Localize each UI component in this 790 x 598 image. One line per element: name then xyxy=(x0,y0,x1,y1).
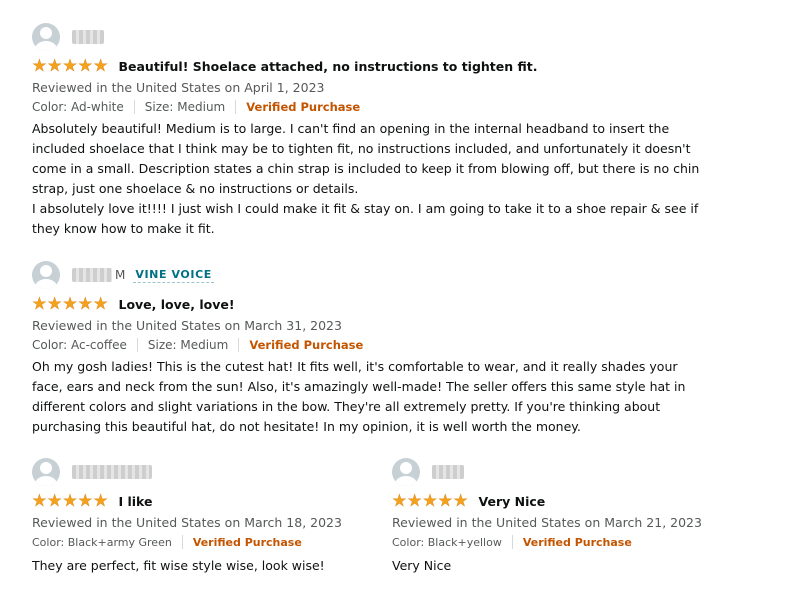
default-avatar-icon[interactable] xyxy=(32,23,60,51)
star-filled-icon: ★ xyxy=(453,491,468,510)
divider xyxy=(238,338,240,352)
review-1: ★ ★ ★ ★ ★ Beautiful! Shoelace attached, no i… xyxy=(32,21,732,239)
star-filled-icon: ★ xyxy=(77,491,93,510)
verified-purchase-badge: Verified Purchase xyxy=(246,100,361,114)
star-filled-icon: ★ xyxy=(47,491,63,510)
review-title[interactable]: I like xyxy=(118,494,152,509)
default-avatar-icon[interactable] xyxy=(32,458,60,486)
review-variant-info: Color: Black+army Green Verified Purchas… xyxy=(32,532,372,552)
review-body: Absolutely beautiful! Medium is to large… xyxy=(32,119,712,239)
reviewer-name-redacted[interactable] xyxy=(432,465,464,479)
star-filled-icon: ★ xyxy=(77,56,93,75)
star-filled-icon: ★ xyxy=(62,294,78,313)
divider xyxy=(511,535,513,549)
review-paragraph: I absolutely love it!!!! I just wish I c… xyxy=(32,201,699,236)
review-date: Reviewed in the United States on March 1… xyxy=(32,515,342,530)
reviewer-profile[interactable] xyxy=(392,456,752,488)
review-paragraph: Very Nice xyxy=(392,558,452,573)
default-avatar-icon[interactable] xyxy=(32,261,60,289)
default-avatar-icon[interactable] xyxy=(392,458,420,486)
divider xyxy=(136,338,138,352)
star-filled-icon: ★ xyxy=(93,491,108,510)
review-title[interactable]: Love, love, love! xyxy=(118,297,234,312)
star-rating[interactable]: ★ ★ ★ ★ ★ xyxy=(392,491,468,510)
variant-color[interactable]: Color: Black+yellow xyxy=(392,536,502,549)
variant-color[interactable]: Color: Ac-coffee xyxy=(32,338,127,352)
star-filled-icon: ★ xyxy=(32,491,47,510)
review-variant-info: Color: Ac-coffee Size: Medium Verified P… xyxy=(32,335,732,355)
divider xyxy=(181,535,183,549)
review-3: ★ ★ ★ ★ ★ I like Reviewed in the United Stat… xyxy=(32,456,372,576)
divider xyxy=(235,100,237,114)
star-filled-icon: ★ xyxy=(47,294,63,313)
variant-size[interactable]: Size: Medium xyxy=(145,100,225,114)
review-body: Oh my gosh ladies! This is the cutest ha… xyxy=(32,357,712,437)
variant-color[interactable]: Color: Ad-white xyxy=(32,100,124,114)
verified-purchase-badge: Verified Purchase xyxy=(522,535,632,549)
variant-color[interactable]: Color: Black+army Green xyxy=(32,536,172,549)
star-rating[interactable]: ★ ★ ★ ★ ★ xyxy=(32,491,108,510)
star-filled-icon: ★ xyxy=(32,56,47,75)
star-filled-icon: ★ xyxy=(407,491,423,510)
star-filled-icon: ★ xyxy=(392,491,407,510)
review-paragraph: They are perfect, fit wise style wise, l… xyxy=(32,558,325,573)
star-filled-icon: ★ xyxy=(93,56,108,75)
review-4: ★ ★ ★ ★ ★ Very Nice Reviewed in the United S… xyxy=(392,456,752,576)
review-body: Very Nice xyxy=(392,556,752,576)
vine-voice-badge[interactable]: VINE VOICE xyxy=(133,267,214,283)
review-variant-info: Color: Black+yellow Verified Purchase xyxy=(392,532,752,552)
review-2: M VINE VOICE ★ ★ ★ ★ ★ Love, love, love! Rev… xyxy=(32,259,732,437)
star-rating[interactable]: ★ ★ ★ ★ ★ xyxy=(32,56,108,75)
review-date: Reviewed in the United States on April 1… xyxy=(32,80,325,95)
variant-size[interactable]: Size: Medium xyxy=(148,338,228,352)
review-paragraph: Oh my gosh ladies! This is the cutest ha… xyxy=(32,359,686,434)
reviewer-name-redacted[interactable] xyxy=(72,465,152,479)
star-filled-icon: ★ xyxy=(32,294,47,313)
reviewer-name-redacted[interactable] xyxy=(72,30,104,44)
star-rating[interactable]: ★ ★ ★ ★ ★ xyxy=(32,294,108,313)
review-title[interactable]: Very Nice xyxy=(478,494,545,509)
review-date: Reviewed in the United States on March 3… xyxy=(32,318,342,333)
reviewer-name-redacted[interactable] xyxy=(72,268,112,282)
star-filled-icon: ★ xyxy=(437,491,453,510)
star-filled-icon: ★ xyxy=(47,56,63,75)
reviewer-name-suffix[interactable]: M xyxy=(115,268,125,282)
review-paragraph: Absolutely beautiful! Medium is to large… xyxy=(32,121,700,196)
star-filled-icon: ★ xyxy=(62,56,78,75)
verified-purchase-badge: Verified Purchase xyxy=(192,535,302,549)
reviewer-profile[interactable] xyxy=(32,21,732,53)
review-body: They are perfect, fit wise style wise, l… xyxy=(32,556,372,576)
divider xyxy=(133,100,135,114)
star-filled-icon: ★ xyxy=(93,294,108,313)
reviewer-profile[interactable] xyxy=(32,456,372,488)
star-filled-icon: ★ xyxy=(422,491,438,510)
review-variant-info: Color: Ad-white Size: Medium Verified Pu… xyxy=(32,97,732,117)
review-date: Reviewed in the United States on March 2… xyxy=(392,515,702,530)
verified-purchase-badge: Verified Purchase xyxy=(249,338,364,352)
star-filled-icon: ★ xyxy=(62,491,78,510)
reviewer-profile[interactable]: M VINE VOICE xyxy=(32,259,732,291)
review-title[interactable]: Beautiful! Shoelace attached, no instruc… xyxy=(118,59,537,74)
star-filled-icon: ★ xyxy=(77,294,93,313)
